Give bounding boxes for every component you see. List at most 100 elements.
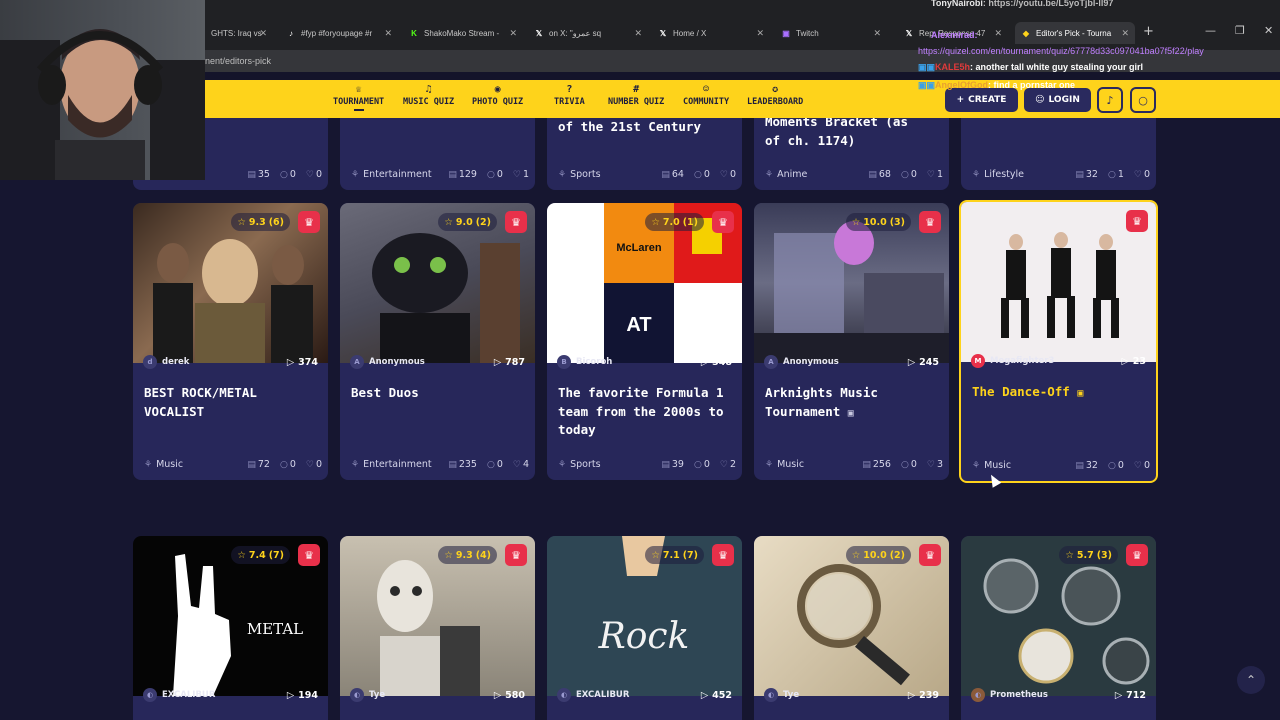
heart-icon: ♡ xyxy=(305,169,314,180)
question-count-value: 32 xyxy=(1085,169,1098,180)
card-title[interactable]: The Dance-Off ▣ xyxy=(972,383,1147,404)
quiz-card[interactable]: ☆ 10.0 (2) ♛ ◐ Tye ▷ 239 xyxy=(754,536,949,720)
author-name[interactable]: Tye xyxy=(369,690,494,700)
card-meta: ⚘ Music ▤ 256 ○ 0 ♡ 3 xyxy=(765,459,943,470)
author-name[interactable]: Tye xyxy=(783,690,908,700)
nav-trivia[interactable]: ? TRIVIA xyxy=(554,83,585,107)
close-icon[interactable]: ✕ xyxy=(1121,28,1129,39)
avatar[interactable]: B xyxy=(557,355,571,369)
crown-icon: ♛ xyxy=(919,211,941,233)
question-count-value: 129 xyxy=(458,169,477,180)
close-icon[interactable]: ✕ xyxy=(994,28,1002,39)
avatar[interactable]: A xyxy=(350,355,364,369)
comment-count: ○ 0 xyxy=(1108,460,1124,471)
quiz-card[interactable]: ☆ 10.0 (3) ♛ A Anonymous ▷ 245 Arknights Musi… xyxy=(754,203,949,480)
play-count: ▷ 194 xyxy=(287,690,318,701)
author-name[interactable]: derek xyxy=(162,357,287,367)
author-name[interactable]: Anonymous xyxy=(783,357,908,367)
avatar[interactable]: ◐ xyxy=(764,688,778,702)
new-tab-icon[interactable]: + xyxy=(1143,24,1154,39)
chat-text: : https://youtu.be/L5yoTjbl-ll97 xyxy=(982,0,1114,8)
card-title[interactable]: Best Duos xyxy=(351,384,526,403)
nav-label: LEADERBOARD xyxy=(747,97,804,107)
window-close-icon[interactable]: ✕ xyxy=(1264,24,1273,37)
card-category: ⚘ Anime xyxy=(765,169,858,180)
close-icon[interactable]: ✕ xyxy=(259,28,267,39)
nav-tournament[interactable]: ♕ TOURNAMENT xyxy=(333,83,384,111)
login-button[interactable]: ☺ LOGIN xyxy=(1024,88,1091,112)
card-title[interactable]: Arknights Music Tournament ▣ xyxy=(765,384,940,423)
close-icon[interactable]: ✕ xyxy=(509,28,517,39)
comment-icon: ○ xyxy=(486,169,495,180)
quiz-card[interactable]: Moments Bracket (as of ch. 1174) ⚘ Anime … xyxy=(754,118,949,190)
browser-tab[interactable]: K ShakoMako Stream - ✕ xyxy=(403,22,523,44)
search-icon[interactable]: ○ xyxy=(1130,87,1156,113)
avatar[interactable]: ◐ xyxy=(971,688,985,702)
quiz-card[interactable]: Rock ☆ 7.1 (7) ♛ ◐ EXCALIBUR ▷ 452 xyxy=(547,536,742,720)
author-name[interactable]: Anonymous xyxy=(369,357,494,367)
browser-tab[interactable]: 𝕏on X: "عمرو sq ✕ xyxy=(528,22,648,44)
author-bar: B Bicoroh ▷ 348 xyxy=(547,350,742,374)
nav-music-quiz[interactable]: ♫ MUSIC QUIZ xyxy=(403,83,454,107)
card-title[interactable]: BEST ROCK/METAL VOCALIST xyxy=(144,384,319,421)
close-icon[interactable]: ✕ xyxy=(873,28,881,39)
question-count-value: 68 xyxy=(878,169,891,180)
avatar[interactable]: ◐ xyxy=(557,688,571,702)
author-name[interactable]: Megafighter3 xyxy=(990,356,1121,366)
avatar[interactable]: M xyxy=(971,354,985,368)
author-bar: ◐ EXCALIBUR ▷ 194 xyxy=(133,683,328,707)
play-count: ▷ 23 xyxy=(1121,356,1146,367)
close-icon[interactable]: ✕ xyxy=(384,28,392,39)
play-count: ▷ 348 xyxy=(701,357,732,368)
card-meta: ⚘ Sports ▤ 39 ○ 0 ♡ 2 xyxy=(558,459,736,470)
url-text[interactable]: nent/editors-pick xyxy=(205,56,271,66)
quiz-card[interactable]: METAL ☆ 7.4 (7) ♛ ◐ EXCALIBUR ▷ 194 xyxy=(133,536,328,720)
quiz-card-hovered[interactable]: ♛ M Megafighter3 ▷ 23 The Dance-Off ▣ ⚘ Musi… xyxy=(959,200,1158,483)
nav-number-quiz[interactable]: # NUMBER QUIZ xyxy=(608,83,664,107)
author-name[interactable]: Bicoroh xyxy=(576,357,701,367)
browser-tab-active[interactable]: ◆ Editor's Pick - Tourna ✕ xyxy=(1015,22,1135,44)
quiz-card[interactable]: ☆ 9.3 (4) ♛ ◐ Tye ▷ 580 xyxy=(340,536,535,720)
close-icon[interactable]: ✕ xyxy=(756,28,764,39)
rating-count: (7) xyxy=(682,549,698,561)
heart-icon: ♡ xyxy=(305,459,314,470)
quiz-card[interactable]: ☆ 9.0 (2) ♛ A Anonymous ▷ 787 Best Duos ⚘ Ente… xyxy=(340,203,535,480)
avatar[interactable]: ◐ xyxy=(350,688,364,702)
author-bar: A Anonymous ▷ 787 xyxy=(340,350,535,374)
create-label: CREATE xyxy=(968,95,1007,105)
card-category: ⚘ Music xyxy=(765,459,852,470)
quiz-card[interactable]: ⚘ Entertainment ▤ 129 ○ 0 ♡ 1 xyxy=(340,118,535,190)
browser-tab[interactable]: 𝕏 Home / X ✕ xyxy=(652,22,770,44)
avatar[interactable]: d xyxy=(143,355,157,369)
nav-photo-quiz[interactable]: ◉ PHOTO QUIZ xyxy=(472,83,523,107)
author-name[interactable]: Prometheus xyxy=(990,690,1115,700)
create-button[interactable]: + CREATE xyxy=(945,88,1018,112)
maximize-icon[interactable]: ❐ xyxy=(1235,24,1245,37)
play-count: ▷ 239 xyxy=(908,690,939,701)
question-icon: ? xyxy=(566,84,573,95)
browser-tab[interactable]: ♪ #fyp #foryoupage #r ✕ xyxy=(280,22,398,44)
quiz-card[interactable]: ☆ 5.7 (3) ♛ ◐ Prometheus ▷ 712 xyxy=(961,536,1156,720)
browser-tab[interactable]: ▣ Twitch ✕ xyxy=(775,22,887,44)
browser-tab[interactable]: GHTS: Iraq vs ✕ xyxy=(205,22,273,44)
play-count-value: 452 xyxy=(712,689,732,701)
card-title[interactable]: The favorite Formula 1 team from the 200… xyxy=(558,384,733,440)
author-name[interactable]: EXCALIBUR xyxy=(576,690,701,700)
minimize-icon[interactable]: — xyxy=(1205,24,1216,37)
avatar[interactable]: ◐ xyxy=(143,688,157,702)
rating-count: (3) xyxy=(889,216,905,228)
badge-icon: ▣▣ xyxy=(918,62,936,72)
question-count-value: 39 xyxy=(671,459,684,470)
quiz-card[interactable]: ☆ 9.3 (6) ♛ d derek ▷ 374 BEST ROCK/METAL VOC… xyxy=(133,203,328,480)
scroll-to-top-button[interactable]: ⌃ xyxy=(1237,666,1265,694)
author-name[interactable]: EXCALIBUR xyxy=(162,690,287,700)
quiz-card[interactable]: ⚘ Lifestyle ▤ 32 ○ 1 ♡ 0 xyxy=(961,118,1156,190)
nav-community[interactable]: ☺ COMMUNITY xyxy=(683,83,729,107)
card-meta: ⚘ Sports ▤ 64 ○ 0 ♡ 0 xyxy=(558,169,736,180)
avatar[interactable]: A xyxy=(764,355,778,369)
bell-icon[interactable]: ♪ xyxy=(1097,87,1123,113)
nav-leaderboard[interactable]: ✪ LEADERBOARD xyxy=(747,83,803,107)
quiz-card[interactable]: McLaren AT ☆ 7.0 (1) ♛ B Bicoroh ▷ 348 The fav… xyxy=(547,203,742,480)
close-icon[interactable]: ✕ xyxy=(634,28,642,39)
quiz-card[interactable]: of the 21st Century ⚘ Sports ▤ 64 ○ 0 ♡ 0 xyxy=(547,118,742,190)
